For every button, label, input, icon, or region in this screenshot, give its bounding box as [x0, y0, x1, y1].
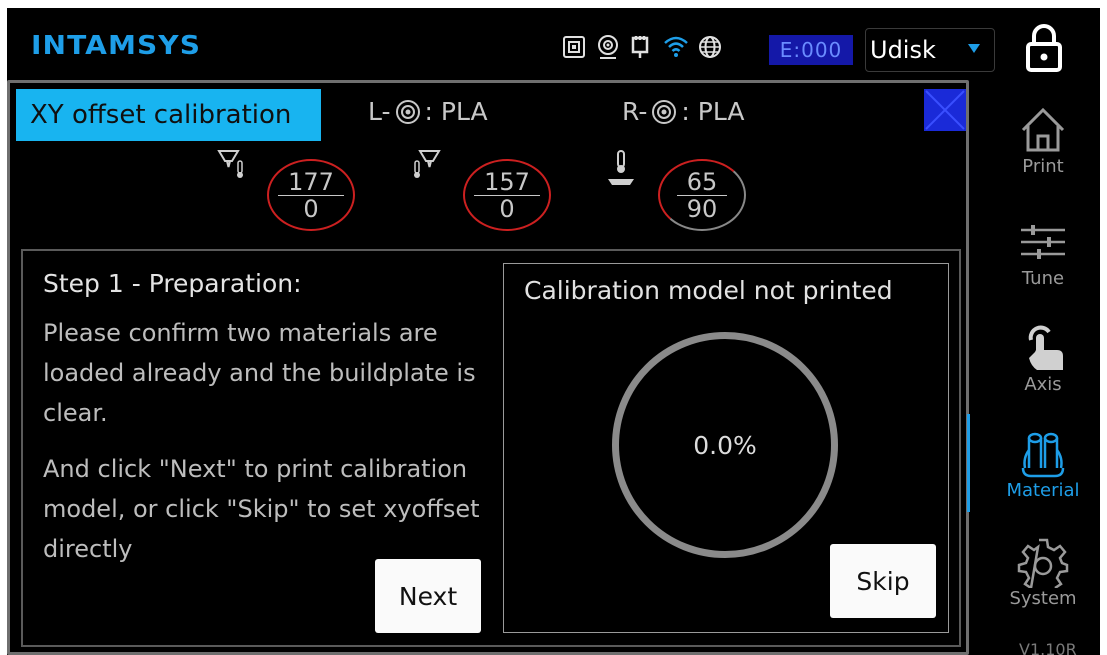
error-counter[interactable]: E:000 [769, 35, 853, 65]
bed-temp[interactable]: 65 90 [658, 159, 746, 231]
right-nozzle-temp[interactable]: 157 0 [463, 159, 551, 231]
brand-logo: INTAMSYS [31, 31, 202, 61]
right-material-label: : PLA [681, 97, 745, 126]
sliders-icon [1021, 225, 1065, 259]
active-indicator [967, 414, 970, 512]
wifi-icon [663, 34, 689, 60]
step-box: Step 1 - Preparation: Please confirm two… [21, 249, 961, 647]
ethernet-icon [629, 34, 655, 60]
spool-icon [395, 99, 420, 124]
status-icons [561, 31, 723, 63]
left-material-prefix: L- [368, 97, 391, 126]
left-nozzle-icon [217, 150, 243, 178]
calibration-box: Calibration model not printed 0.0% Skip [503, 263, 949, 633]
bed-thermometer-icon [608, 150, 634, 185]
sidebar-item-system[interactable]: System [993, 536, 1093, 609]
storage-select[interactable]: Udisk [865, 28, 995, 72]
printer-screen: INTAMSYS E:000 Udisk XY offset calibrati… [7, 8, 1100, 655]
right-nozzle-current: 157 [474, 169, 540, 196]
step-paragraph-2: And click "Next" to print calibration mo… [43, 455, 480, 563]
step-paragraph-1: Please confirm two materials are loaded … [43, 319, 476, 427]
firmware-version: V1.10R [1019, 640, 1077, 655]
sidebar-item-material[interactable]: Material [993, 428, 1093, 501]
storage-select-value: Udisk [870, 36, 936, 64]
calibration-panel: XY offset calibration L- : PLA R- : PLA … [7, 80, 969, 655]
left-nozzle-target: 0 [303, 194, 319, 223]
sd-card-icon [561, 34, 587, 60]
step-title: Step 1 - Preparation: [43, 269, 302, 298]
sidebar-item-label: Axis [1024, 374, 1062, 395]
hand-icon [1028, 325, 1063, 370]
sidebar-item-axis[interactable]: Axis [993, 322, 1093, 395]
chevron-down-icon [968, 44, 980, 53]
spool-icon [652, 99, 677, 124]
bed-target: 90 [686, 194, 718, 223]
calibration-status: Calibration model not printed [524, 276, 893, 305]
right-material: R- : PLA [622, 97, 744, 126]
left-nozzle-temp[interactable]: 177 0 [267, 159, 355, 231]
sidebar-item-label: Tune [1021, 268, 1065, 289]
skip-button[interactable]: Skip [830, 544, 936, 618]
step-instructions: Please confirm two materials are loaded … [43, 313, 503, 585]
left-material-label: : PLA [424, 97, 488, 126]
next-button[interactable]: Next [375, 559, 481, 633]
right-material-prefix: R- [622, 97, 648, 126]
lock-icon[interactable] [1022, 22, 1066, 72]
right-nozzle-target: 0 [499, 194, 515, 223]
left-material: L- : PLA [368, 97, 488, 126]
close-icon[interactable] [924, 89, 966, 131]
sidebar-item-tune[interactable]: Tune [993, 216, 1093, 289]
panel-title: XY offset calibration [16, 89, 321, 141]
sidebar-item-label: Print [1022, 156, 1064, 177]
progress-ring: 0.0% [612, 332, 838, 558]
sidebar-item-print[interactable]: Print [993, 104, 1093, 177]
bed-current: 65 [676, 169, 728, 196]
progress-value: 0.0% [693, 430, 757, 460]
left-nozzle-current: 177 [278, 169, 344, 196]
right-nozzle-icon [414, 150, 441, 178]
sidebar-item-label: Material [1006, 480, 1080, 501]
spools-icon [1021, 432, 1065, 478]
gear-icon [1017, 538, 1069, 588]
home-icon [1021, 107, 1065, 152]
webcam-icon [595, 34, 621, 60]
globe-icon [697, 34, 723, 60]
sidebar-item-label: System [1009, 588, 1077, 609]
